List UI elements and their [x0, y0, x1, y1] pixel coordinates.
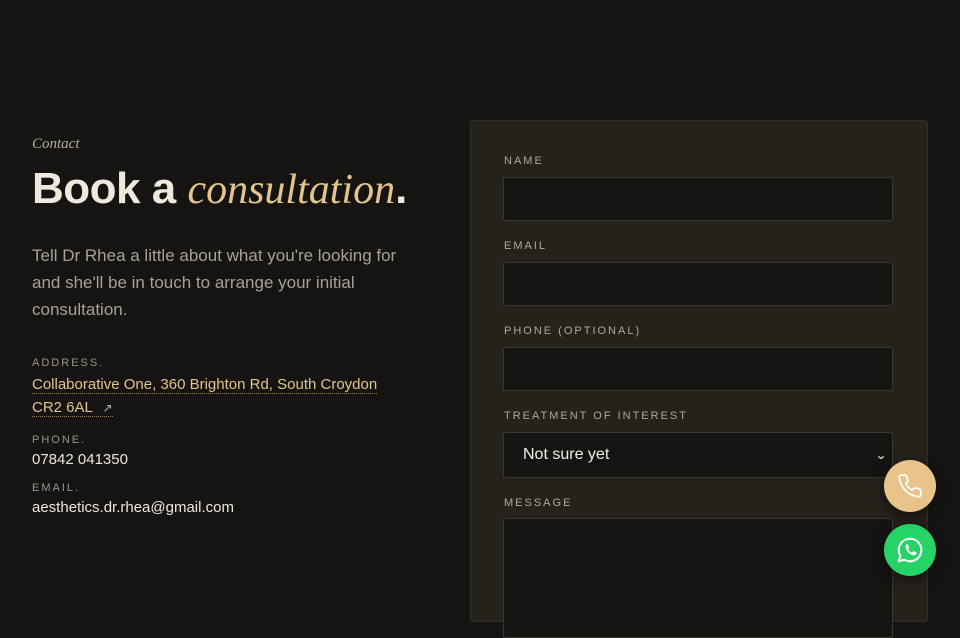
phone-icon	[898, 474, 922, 498]
title-accent: consultation	[187, 167, 396, 213]
email-field-label: EMAIL	[504, 240, 548, 252]
email-field[interactable]	[503, 262, 893, 306]
phone-field[interactable]	[503, 347, 893, 391]
name-label: NAME	[504, 155, 544, 167]
title-main: Book a	[32, 164, 176, 213]
intro-text: Tell Dr Rhea a little about what you're …	[32, 246, 397, 319]
message-label: MESSAGE	[504, 497, 573, 509]
external-link-icon: ↗	[102, 401, 113, 415]
address-link[interactable]: Collaborative One, 360 Brighton Rd, Sout…	[32, 376, 378, 417]
contact-section: Contact Book a consultation. Tell Dr Rhe…	[32, 136, 432, 516]
treatment-selected-value: Not sure yet	[523, 446, 610, 463]
section-eyebrow: Contact	[32, 136, 80, 152]
whatsapp-icon	[897, 537, 923, 563]
name-field[interactable]	[503, 177, 893, 221]
chevron-down-icon: ⌄	[874, 448, 888, 462]
treatment-select[interactable]: Not sure yet ⌄	[503, 432, 893, 478]
address-text: Collaborative One, 360 Brighton Rd, Sout…	[32, 376, 378, 416]
phone-value[interactable]: 07842 041350	[32, 451, 432, 468]
call-button[interactable]	[884, 460, 936, 512]
whatsapp-button[interactable]	[884, 524, 936, 576]
address-label: ADDRESS.	[32, 357, 105, 369]
title-dot: .	[395, 164, 407, 213]
treatment-label: TREATMENT OF INTEREST	[504, 410, 688, 422]
booking-form: NAME EMAIL PHONE (OPTIONAL) TREATMENT OF…	[470, 120, 928, 638]
email-value[interactable]: aesthetics.dr.rhea@gmail.com	[32, 499, 432, 516]
address-block: Collaborative One, 360 Brighton Rd, Sout…	[32, 373, 392, 420]
phone-field-label: PHONE (OPTIONAL)	[504, 325, 642, 337]
email-label: EMAIL.	[32, 482, 81, 494]
message-field[interactable]	[503, 518, 893, 638]
phone-label: PHONE.	[32, 434, 87, 446]
page-title: Book a consultation.	[32, 161, 432, 218]
